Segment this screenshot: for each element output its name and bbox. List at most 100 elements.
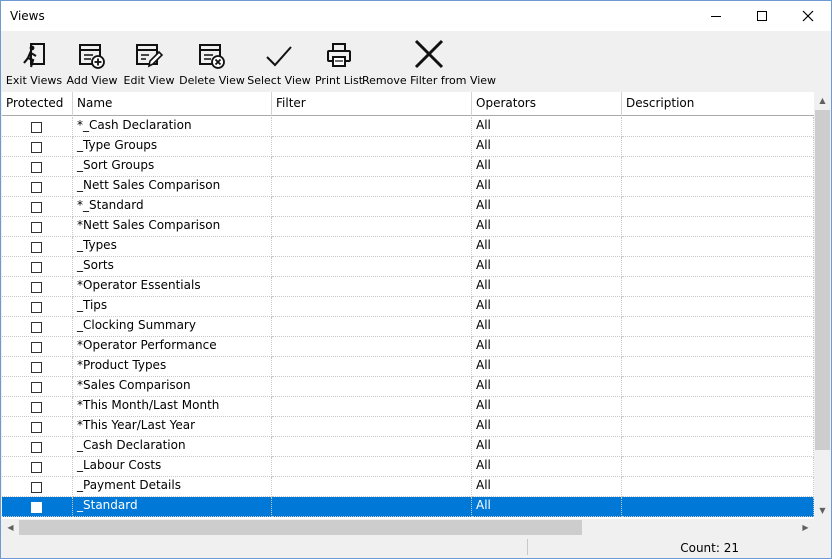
scroll-down-arrow-icon[interactable]: ▼ — [814, 502, 831, 519]
description-cell — [622, 237, 814, 257]
table-row[interactable]: _Cash Declaration All — [2, 437, 814, 457]
operators-cell: All — [472, 297, 622, 317]
scroll-left-arrow-icon[interactable]: ◀ — [2, 519, 19, 536]
filter-cell — [272, 237, 472, 257]
close-button[interactable] — [785, 1, 831, 31]
operators-cell: All — [472, 217, 622, 237]
table-row[interactable]: *Nett Sales Comparison All — [2, 217, 814, 237]
add-view-button[interactable]: Add View — [66, 31, 118, 89]
filter-cell — [272, 257, 472, 277]
description-cell — [622, 417, 814, 437]
exit-views-button[interactable]: Exit Views — [6, 31, 62, 89]
table-row[interactable]: *Product Types All — [2, 357, 814, 377]
vertical-scrollbar[interactable]: ▲ ▼ — [814, 92, 831, 519]
protected-cell — [2, 477, 73, 497]
protected-checkbox[interactable] — [31, 242, 42, 253]
operators-cell: All — [472, 377, 622, 397]
table-row[interactable]: _Type Groups All — [2, 137, 814, 157]
name-cell: _Types — [73, 237, 272, 257]
select-view-button[interactable]: Select View — [247, 31, 311, 89]
protected-checkbox[interactable] — [31, 502, 42, 513]
protected-checkbox[interactable] — [31, 422, 42, 433]
description-cell — [622, 297, 814, 317]
name-cell: _Labour Costs — [73, 457, 272, 477]
table-row[interactable]: *_Cash Declaration All — [2, 117, 814, 137]
filter-cell — [272, 497, 472, 517]
filter-cell — [272, 317, 472, 337]
operators-cell: All — [472, 497, 622, 517]
protected-checkbox[interactable] — [31, 202, 42, 213]
status-bar: Count: 21 — [1, 536, 831, 558]
protected-cell — [2, 277, 73, 297]
edit-view-button[interactable]: Edit View — [123, 31, 175, 89]
table-row[interactable]: *This Month/Last Month All — [2, 397, 814, 417]
table-row[interactable]: _Payment Details All — [2, 477, 814, 497]
protected-cell — [2, 377, 73, 397]
column-header-operators[interactable]: Operators — [472, 92, 622, 116]
table-row[interactable]: _Sorts All — [2, 257, 814, 277]
protected-checkbox[interactable] — [31, 402, 42, 413]
description-cell — [622, 457, 814, 477]
protected-cell — [2, 457, 73, 477]
table-row[interactable]: _Sort Groups All — [2, 157, 814, 177]
protected-checkbox[interactable] — [31, 182, 42, 193]
operators-cell: All — [472, 457, 622, 477]
column-header-description[interactable]: Description — [622, 92, 814, 116]
horizontal-scroll-thumb[interactable] — [19, 520, 582, 535]
filter-cell — [272, 277, 472, 297]
protected-checkbox[interactable] — [31, 162, 42, 173]
protected-checkbox[interactable] — [31, 342, 42, 353]
operators-cell: All — [472, 117, 622, 137]
name-cell: _Sorts — [73, 257, 272, 277]
minimize-button[interactable] — [693, 1, 739, 31]
protected-checkbox[interactable] — [31, 222, 42, 233]
table-row[interactable]: _Standard All — [2, 497, 814, 517]
protected-checkbox[interactable] — [31, 382, 42, 393]
horizontal-scrollbar[interactable]: ◀ ▶ — [2, 519, 814, 536]
table-row[interactable]: _Clocking Summary All — [2, 317, 814, 337]
protected-checkbox[interactable] — [31, 462, 42, 473]
table-row[interactable]: _Types All — [2, 237, 814, 257]
protected-checkbox[interactable] — [31, 142, 42, 153]
table-row[interactable]: *This Year/Last Year All — [2, 417, 814, 437]
table-row[interactable]: *Operator Essentials All — [2, 277, 814, 297]
description-cell — [622, 217, 814, 237]
vertical-scroll-thumb[interactable] — [815, 110, 830, 450]
scroll-right-arrow-icon[interactable]: ▶ — [797, 519, 814, 536]
description-cell — [622, 137, 814, 157]
print-list-button[interactable]: Print List — [315, 31, 363, 89]
column-header-protected[interactable]: Protected — [2, 92, 73, 116]
protected-checkbox[interactable] — [31, 362, 42, 373]
table-row[interactable]: *Operator Performance All — [2, 337, 814, 357]
filter-cell — [272, 177, 472, 197]
table-row[interactable]: _Labour Costs All — [2, 457, 814, 477]
status-divider — [527, 539, 528, 555]
views-window: Views Exit Views Add View Edit View Dele… — [0, 0, 832, 559]
delete-view-button[interactable]: Delete View — [179, 31, 245, 89]
protected-checkbox[interactable] — [31, 302, 42, 313]
delete-view-label: Delete View — [179, 74, 245, 87]
table-row[interactable]: *_Standard All — [2, 197, 814, 217]
protected-cell — [2, 217, 73, 237]
protected-checkbox[interactable] — [31, 122, 42, 133]
protected-checkbox[interactable] — [31, 482, 42, 493]
column-header-filter[interactable]: Filter — [272, 92, 472, 116]
protected-checkbox[interactable] — [31, 442, 42, 453]
scrollbar-corner — [814, 519, 831, 536]
printer-icon — [327, 43, 351, 67]
table-row[interactable]: _Tips All — [2, 297, 814, 317]
description-cell — [622, 397, 814, 417]
protected-cell — [2, 157, 73, 177]
description-cell — [622, 317, 814, 337]
operators-cell: All — [472, 277, 622, 297]
maximize-button[interactable] — [739, 1, 785, 31]
protected-checkbox[interactable] — [31, 322, 42, 333]
views-grid: Protected Name Filter Operators Descript… — [2, 92, 814, 519]
table-row[interactable]: _Nett Sales Comparison All — [2, 177, 814, 197]
table-row[interactable]: *Sales Comparison All — [2, 377, 814, 397]
remove-filter-button[interactable]: Remove Filter from View — [362, 31, 496, 89]
column-header-name[interactable]: Name — [73, 92, 272, 116]
protected-checkbox[interactable] — [31, 262, 42, 273]
protected-checkbox[interactable] — [31, 282, 42, 293]
scroll-up-arrow-icon[interactable]: ▲ — [814, 92, 831, 109]
